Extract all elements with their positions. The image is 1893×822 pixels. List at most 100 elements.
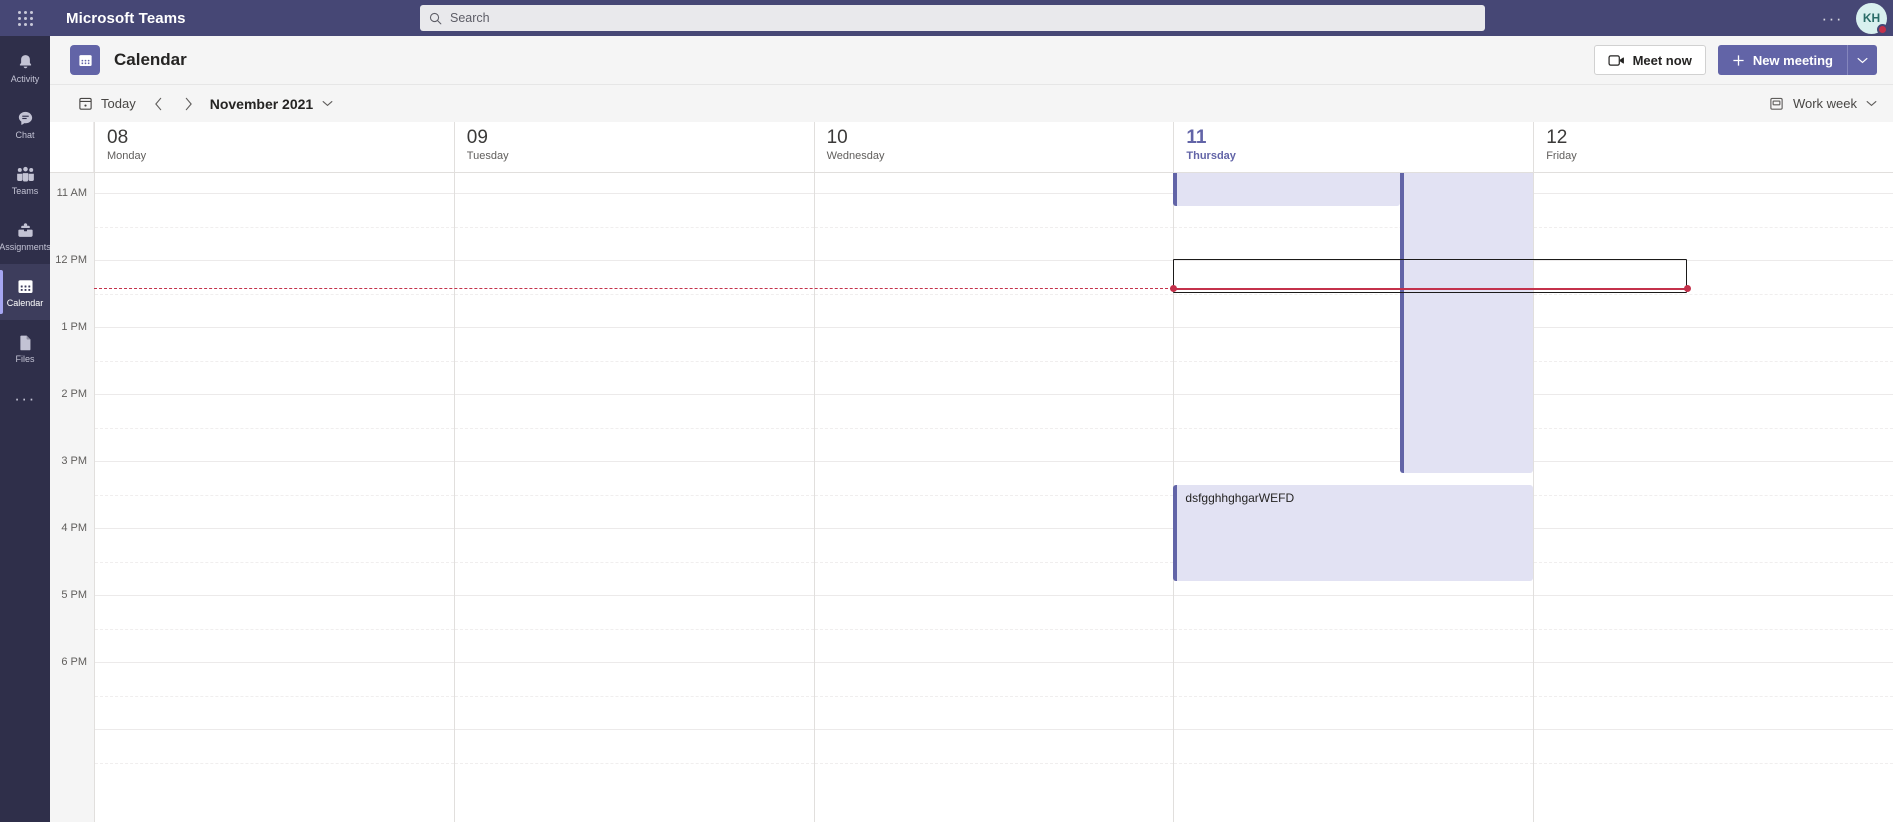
day-column-wednesday[interactable] — [813, 173, 1174, 822]
meet-now-button[interactable]: Meet now — [1593, 45, 1706, 75]
day-number: 10 — [826, 127, 848, 148]
half-hour-line — [1534, 226, 1893, 228]
sidebar-item-teams[interactable]: Teams — [0, 152, 50, 208]
half-hour-line — [95, 360, 454, 362]
half-hour-line — [1534, 293, 1893, 295]
sidebar-item-assignments[interactable]: Assignments — [0, 208, 51, 264]
day-number: 11 — [1186, 127, 1207, 148]
half-hour-line — [814, 293, 1174, 295]
day-header-thursday[interactable]: 11 Thursday — [1173, 122, 1533, 172]
calendar-header: Calendar Meet now New meeting — [50, 36, 1893, 84]
day-column-tuesday[interactable] — [453, 173, 814, 822]
day-header-tuesday[interactable]: 09 Tuesday — [453, 122, 814, 172]
main-content: Calendar Meet now New meeting Today Nove… — [50, 36, 1893, 822]
app-title: Microsoft Teams — [66, 9, 186, 27]
day-name: Tuesday — [466, 150, 509, 162]
new-meeting-button[interactable]: New meeting — [1717, 45, 1877, 75]
half-hour-line — [454, 427, 814, 429]
chevron-down-icon — [1857, 57, 1868, 63]
time-label: 2 PM — [61, 388, 87, 400]
time-gutter-header — [50, 122, 94, 172]
hour-line — [454, 729, 814, 730]
today-button[interactable]: Today — [70, 90, 144, 118]
sidebar-item-activity[interactable]: Activity — [0, 40, 50, 96]
next-period-button[interactable] — [174, 90, 204, 118]
search-container: Search — [420, 5, 1485, 31]
day-header-monday[interactable]: 08 Monday — [94, 122, 454, 172]
half-hour-line — [454, 762, 814, 764]
new-event-selection[interactable] — [1173, 259, 1688, 293]
top-more-menu-button[interactable]: ··· — [1809, 10, 1856, 27]
half-hour-line — [95, 695, 454, 697]
hour-line — [1534, 595, 1893, 596]
chevron-left-icon — [155, 97, 162, 110]
day-header-row: 08 Monday 09 Tuesday 10 Wednesday 11 Thu… — [50, 122, 1893, 173]
half-hour-line — [454, 695, 814, 697]
sidebar-item-label: Assignments — [0, 241, 51, 252]
top-bar-right: ··· KH — [1809, 0, 1893, 36]
day-column-monday[interactable] — [94, 173, 454, 822]
sidebar-item-label: Activity — [10, 73, 40, 84]
hour-line — [95, 528, 454, 529]
half-hour-line — [454, 226, 814, 228]
day-number: 12 — [1546, 127, 1568, 148]
new-meeting-main[interactable]: New meeting — [1718, 45, 1847, 75]
time-gutter: 11 AM 12 PM 1 PM 2 PM 3 PM 4 PM 5 PM 6 PM — [50, 173, 94, 822]
calendar-event[interactable]: dsfgghhghgarWEFD — [1173, 485, 1534, 581]
sidebar-item-chat[interactable]: Chat — [0, 96, 50, 152]
half-hour-line — [814, 360, 1174, 362]
sidebar-more-button[interactable]: ··· — [0, 376, 50, 422]
calendar-grid[interactable]: 11 AM 12 PM 1 PM 2 PM 3 PM 4 PM 5 PM 6 PM dsfgg… — [50, 173, 1893, 822]
day-header-friday[interactable]: 12 Friday — [1533, 122, 1893, 172]
half-hour-line — [95, 494, 454, 496]
app-grid-icon[interactable] — [0, 10, 50, 26]
half-hour-line — [814, 561, 1174, 563]
hour-line — [814, 193, 1174, 194]
calendar-event-untitled[interactable] — [1400, 173, 1534, 473]
search-icon — [429, 12, 442, 24]
month-picker-button[interactable]: November 2021 — [210, 96, 334, 112]
avatar[interactable]: KH — [1856, 2, 1888, 35]
hour-line — [1174, 595, 1534, 596]
sidebar-item-calendar[interactable]: Calendar — [0, 264, 50, 320]
hour-line — [95, 729, 454, 730]
time-label: 3 PM — [61, 455, 87, 467]
day-name: Friday — [1546, 150, 1577, 162]
day-number: 08 — [107, 127, 129, 148]
meet-now-label: Meet now — [1632, 52, 1692, 68]
day-name: Wednesday — [826, 150, 885, 162]
half-hour-line — [454, 561, 814, 563]
file-icon — [19, 335, 30, 350]
half-hour-line — [1534, 427, 1893, 429]
day-header-wednesday[interactable]: 10 Wednesday — [813, 122, 1174, 172]
half-hour-line — [814, 226, 1174, 228]
new-meeting-dropdown-button[interactable] — [1847, 45, 1877, 75]
view-mode-dropdown[interactable]: Work week — [1769, 96, 1877, 111]
plus-icon — [1733, 54, 1744, 66]
chevron-right-icon — [185, 97, 193, 110]
half-hour-line — [1174, 628, 1534, 630]
half-hour-line — [1534, 494, 1893, 496]
hour-line — [95, 595, 454, 596]
hour-line — [1534, 729, 1893, 730]
half-hour-line — [1174, 695, 1534, 697]
video-camera-icon — [1608, 54, 1624, 66]
day-number: 09 — [466, 127, 488, 148]
sidebar-item-files[interactable]: Files — [0, 320, 50, 376]
half-hour-line — [814, 494, 1174, 496]
hour-line — [95, 260, 454, 261]
previous-period-button[interactable] — [144, 90, 174, 118]
half-hour-line — [814, 762, 1174, 764]
hour-line — [95, 394, 454, 395]
half-hour-line — [95, 561, 454, 563]
half-hour-line — [454, 293, 814, 295]
half-hour-line — [95, 762, 454, 764]
chevron-down-icon — [322, 101, 333, 107]
calendar-grid-inner: 11 AM 12 PM 1 PM 2 PM 3 PM 4 PM 5 PM 6 PM dsfgg… — [50, 173, 1893, 822]
hour-line — [454, 394, 814, 395]
half-hour-line — [95, 628, 454, 630]
calendar-event-untitled[interactable] — [1173, 173, 1401, 206]
search-input[interactable]: Search — [420, 5, 1485, 31]
hour-line — [95, 193, 454, 194]
half-hour-line — [95, 293, 454, 295]
